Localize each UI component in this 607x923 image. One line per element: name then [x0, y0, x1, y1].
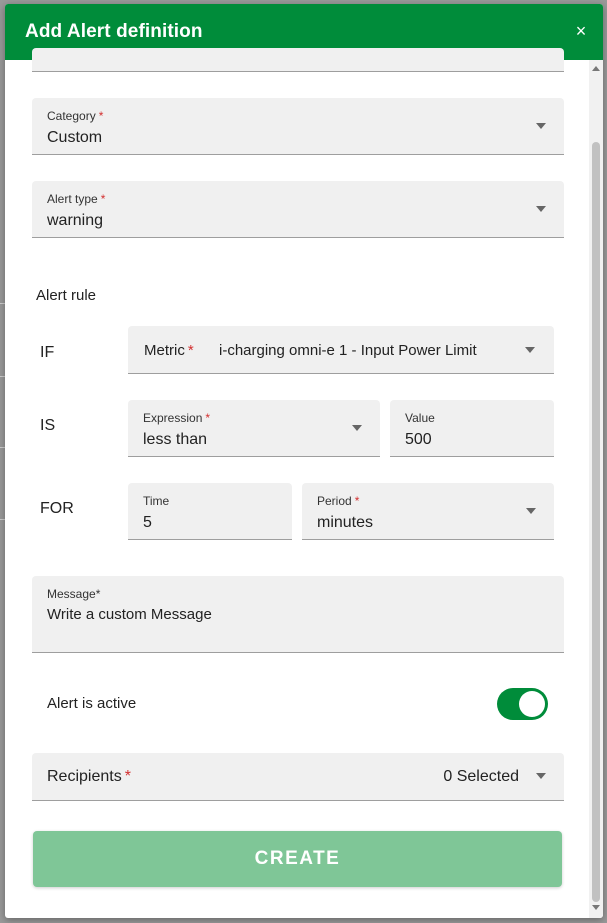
required-mark: *	[100, 192, 106, 206]
alert-rule-heading: Alert rule	[36, 287, 97, 304]
metric-value: i-charging omni-e 1 - Input Power Limit	[219, 342, 477, 359]
period-select[interactable]: Period * minutes	[302, 483, 554, 540]
metric-label: Metric *	[144, 342, 194, 359]
recipients-label: Recipients *	[47, 768, 131, 785]
required-mark: *	[205, 411, 211, 425]
value-input[interactable]: Value 500	[390, 400, 554, 457]
required-mark: *	[187, 342, 194, 359]
if-label: IF	[40, 344, 55, 361]
time-value: 5	[143, 514, 152, 531]
chevron-down-icon	[526, 508, 536, 514]
alert-active-label: Alert is active	[47, 695, 137, 712]
expression-label: Expression *	[143, 411, 211, 425]
value-label: Value	[405, 411, 435, 425]
alert-type-select[interactable]: Alert type * warning	[32, 181, 564, 238]
metric-select[interactable]: Metric * i-charging omni-e 1 - Input Powe…	[128, 326, 554, 374]
toggle-knob	[519, 691, 545, 717]
recipients-select[interactable]: Recipients * 0 Selected	[32, 753, 564, 801]
expression-value: less than	[143, 431, 208, 448]
message-value: Write a custom Message	[47, 606, 212, 623]
alert-type-label: Alert type *	[47, 192, 106, 206]
required-mark: *	[98, 109, 104, 123]
dialog-title: Add Alert definition	[25, 21, 203, 42]
chevron-down-icon	[536, 773, 546, 779]
chevron-down-icon	[536, 123, 546, 129]
period-label: Period *	[317, 494, 360, 508]
category-value: Custom	[47, 129, 103, 146]
alert-active-toggle[interactable]	[497, 688, 548, 720]
required-mark: *	[354, 494, 360, 508]
time-label: Time	[143, 494, 170, 508]
category-select[interactable]: Category * Custom	[32, 98, 564, 155]
alert-type-value: warning	[47, 212, 104, 229]
scroll-up-icon[interactable]	[592, 66, 600, 71]
close-icon[interactable]: ×	[573, 22, 589, 40]
create-button[interactable]: CREATE	[33, 831, 562, 887]
message-textarea[interactable]: Message* Write a custom Message	[32, 576, 564, 653]
category-label: Category *	[47, 109, 104, 123]
value-value: 500	[405, 431, 432, 448]
recipients-value: 0 Selected	[443, 768, 519, 785]
is-label: IS	[40, 417, 56, 434]
add-alert-dialog: Add Alert definition × Category * Custom …	[5, 4, 603, 918]
message-label: Message*	[47, 587, 101, 601]
scrollbar[interactable]	[589, 60, 603, 918]
time-input[interactable]: Time 5	[128, 483, 292, 540]
expression-select[interactable]: Expression * less than	[128, 400, 380, 457]
previous-field[interactable]	[32, 48, 564, 72]
scrollbar-thumb[interactable]	[592, 142, 600, 902]
for-label: FOR	[40, 500, 74, 517]
period-value: minutes	[317, 514, 374, 531]
chevron-down-icon	[352, 425, 362, 431]
chevron-down-icon	[525, 347, 535, 353]
required-mark: *	[124, 768, 131, 785]
scroll-down-icon[interactable]	[592, 905, 600, 910]
chevron-down-icon	[536, 206, 546, 212]
